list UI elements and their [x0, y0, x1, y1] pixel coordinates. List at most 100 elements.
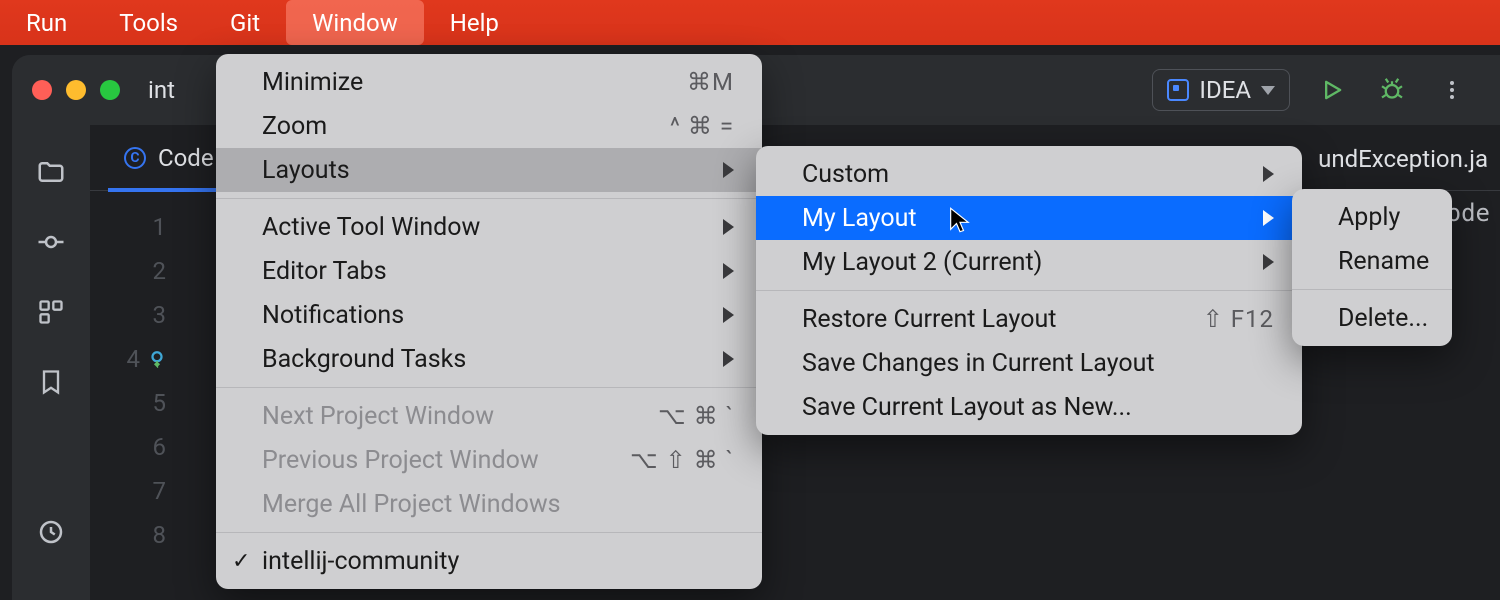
menu-shortcut: ⌥ ⇧ ⌘ `: [630, 446, 734, 474]
menubar-item-run[interactable]: Run: [0, 0, 93, 45]
check-icon: ✓: [232, 549, 250, 574]
traffic-lights: [32, 80, 120, 100]
menu-item-save-current-layout-as-new[interactable]: Save Current Layout as New...: [756, 385, 1302, 429]
menu-item-minimize[interactable]: Minimize ⌘M: [216, 60, 762, 104]
menubar-item-help[interactable]: Help: [424, 0, 525, 45]
gutter-line[interactable]: 2: [90, 249, 184, 293]
menu-item-label: Zoom: [262, 112, 327, 141]
menu-shortcut: ⌥ ⌘ `: [658, 402, 734, 430]
menubar-item-window[interactable]: Window: [286, 0, 424, 45]
menu-item-label: Merge All Project Windows: [262, 490, 561, 519]
menu-item-label: Save Current Layout as New...: [802, 393, 1132, 422]
submenu-arrow-icon: [723, 307, 734, 323]
menu-item-label: My Layout 2 (Current): [802, 248, 1042, 277]
menu-item-zoom[interactable]: Zoom ^ ⌘ =: [216, 104, 762, 148]
menu-item-next-project-window: Next Project Window ⌥ ⌘ `: [216, 394, 762, 438]
gutter-line[interactable]: 3: [90, 293, 184, 337]
editor-tab-partial-right[interactable]: undException.ja: [1318, 145, 1488, 173]
submenu-arrow-icon: [1263, 254, 1274, 270]
menu-item-background-tasks[interactable]: Background Tasks: [216, 337, 762, 381]
bookmarks-tool-icon[interactable]: [34, 365, 68, 399]
menu-item-label: intellij-community: [262, 547, 459, 576]
menu-item-save-changes-current-layout[interactable]: Save Changes in Current Layout: [756, 341, 1302, 385]
submenu-arrow-icon: [723, 351, 734, 367]
gutter-line[interactable]: 6: [90, 425, 184, 469]
submenu-arrow-icon: [1263, 210, 1274, 226]
window-title: int: [148, 76, 175, 104]
menu-item-label: Rename: [1338, 247, 1429, 276]
menu-item-label: Notifications: [262, 301, 404, 330]
submenu-arrow-icon: [723, 219, 734, 235]
menu-item-label: Custom: [802, 160, 889, 189]
left-tool-rail: [12, 125, 90, 600]
submenu-arrow-icon: [723, 263, 734, 279]
menubar-item-git[interactable]: Git: [204, 0, 286, 45]
gutter-line[interactable]: 4: [90, 337, 184, 381]
submenu-arrow-icon: [723, 162, 734, 178]
menu-item-editor-tabs[interactable]: Editor Tabs: [216, 249, 762, 293]
menu-item-layout-my-layout[interactable]: My Layout: [756, 196, 1302, 240]
menu-item-label: Layouts: [262, 156, 350, 185]
menu-separator: [216, 532, 762, 533]
chevron-down-icon: [1261, 86, 1275, 95]
my-layout-submenu: Apply Rename Delete...: [1292, 189, 1452, 346]
run-config-selector[interactable]: IDEA: [1152, 69, 1290, 111]
menu-item-label: Delete...: [1338, 304, 1428, 333]
menu-item-rename-layout[interactable]: Rename: [1292, 239, 1452, 283]
class-icon: C: [124, 147, 146, 169]
menu-item-label: Next Project Window: [262, 402, 494, 431]
menu-item-merge-all-windows: Merge All Project Windows: [216, 482, 762, 526]
gutter-line[interactable]: 7: [90, 469, 184, 513]
menu-item-apply-layout[interactable]: Apply: [1292, 195, 1452, 239]
menu-item-restore-current-layout[interactable]: Restore Current Layout ⇧ F12: [756, 297, 1302, 341]
maximize-window-button[interactable]: [100, 80, 120, 100]
menubar-item-tools[interactable]: Tools: [93, 0, 204, 45]
minimize-window-button[interactable]: [66, 80, 86, 100]
run-config-label: IDEA: [1199, 76, 1251, 104]
build-tool-icon[interactable]: [34, 515, 68, 549]
editor-tab-code[interactable]: C Code: [108, 125, 230, 191]
gutter-implements-icon[interactable]: [148, 350, 166, 368]
menu-item-label: Minimize: [262, 68, 363, 97]
menu-item-label: Save Changes in Current Layout: [802, 349, 1155, 378]
menu-shortcut: ⌘M: [687, 68, 734, 96]
run-button[interactable]: [1314, 72, 1350, 108]
menu-item-label: Restore Current Layout: [802, 305, 1056, 334]
layouts-submenu: Custom My Layout My Layout 2 (Current) R…: [756, 146, 1302, 435]
menu-separator: [1292, 289, 1452, 290]
submenu-arrow-icon: [1263, 166, 1274, 182]
menu-item-label: Previous Project Window: [262, 446, 539, 475]
menu-item-previous-project-window: Previous Project Window ⌥ ⇧ ⌘ `: [216, 438, 762, 482]
menu-item-layout-custom[interactable]: Custom: [756, 152, 1302, 196]
project-tool-icon[interactable]: [34, 155, 68, 189]
menu-item-active-tool-window[interactable]: Active Tool Window: [216, 205, 762, 249]
menu-separator: [216, 387, 762, 388]
menu-item-delete-layout[interactable]: Delete...: [1292, 296, 1452, 340]
menu-item-label: Editor Tabs: [262, 257, 387, 286]
structure-tool-icon[interactable]: [34, 295, 68, 329]
menu-item-label: Background Tasks: [262, 345, 466, 374]
app-menubar: Run Tools Git Window Help: [0, 0, 1500, 45]
commit-tool-icon[interactable]: [34, 225, 68, 259]
debug-button[interactable]: [1374, 72, 1410, 108]
editor-tab-label: Code: [158, 144, 214, 172]
more-actions-button[interactable]: [1434, 72, 1470, 108]
menu-item-project-intellij-community[interactable]: ✓ intellij-community: [216, 539, 762, 583]
menu-item-label: Active Tool Window: [262, 213, 480, 242]
menu-separator: [756, 290, 1302, 291]
close-window-button[interactable]: [32, 80, 52, 100]
gutter-line[interactable]: 8: [90, 513, 184, 557]
gutter-line[interactable]: 5: [90, 381, 184, 425]
editor-gutter: 1 2 3 4 5 6 7 8: [90, 191, 184, 600]
menu-separator: [216, 198, 762, 199]
menu-item-label: Apply: [1338, 203, 1400, 232]
menu-item-label: My Layout: [802, 204, 917, 233]
gutter-line[interactable]: 1: [90, 205, 184, 249]
menu-item-layout-my-layout-2[interactable]: My Layout 2 (Current): [756, 240, 1302, 284]
menu-shortcut: ⇧ F12: [1203, 305, 1274, 333]
menu-shortcut: ^ ⌘ =: [670, 112, 734, 140]
menu-item-layouts[interactable]: Layouts: [216, 148, 762, 192]
titlebar-right: IDEA: [1152, 69, 1480, 111]
menu-item-notifications[interactable]: Notifications: [216, 293, 762, 337]
run-config-icon: [1167, 79, 1189, 101]
